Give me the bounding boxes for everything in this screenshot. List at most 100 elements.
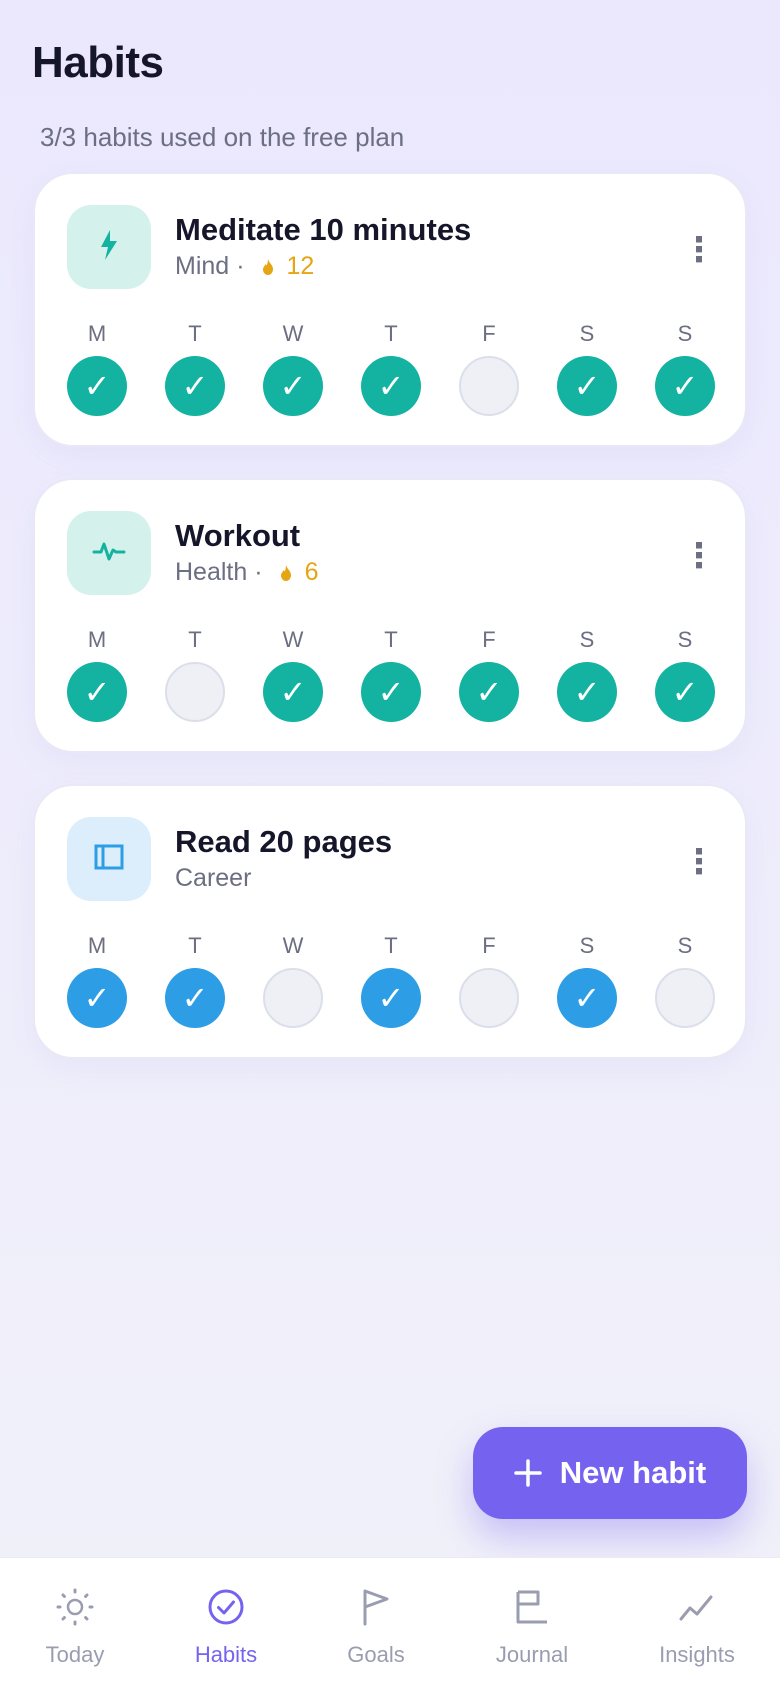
day-cell: T ✓ — [165, 931, 225, 1028]
more-options-button[interactable]: ⋮ — [682, 534, 716, 578]
day-label: M — [87, 933, 107, 958]
day-label: S — [579, 627, 595, 652]
nav-label: Habits — [194, 1642, 258, 1667]
day-check-circle[interactable]: ✓ — [165, 356, 225, 416]
habit-card[interactable]: Read 20 pages Career ⋮ M ✓ T ✓ W T ✓ F S ✓ S — [33, 784, 747, 1059]
sun-icon — [0, 1584, 150, 1630]
journal-icon — [457, 1584, 607, 1630]
day-check-circle[interactable]: ✓ — [263, 662, 323, 722]
new-habit-label: New habit — [559, 1455, 707, 1490]
nav-label: Journal — [495, 1642, 569, 1667]
flame-icon — [279, 564, 293, 582]
day-label: T — [384, 321, 398, 346]
day-empty-circle[interactable] — [459, 356, 519, 416]
nav-item-insights[interactable]: Insights — [622, 1584, 772, 1668]
day-empty-circle[interactable] — [655, 968, 715, 1028]
day-check-circle[interactable]: ✓ — [557, 356, 617, 416]
day-check-circle[interactable]: ✓ — [67, 662, 127, 722]
day-label: F — [482, 933, 496, 958]
day-cell: F — [459, 931, 519, 1028]
nav-item-habits[interactable]: Habits — [151, 1584, 301, 1668]
day-cell: T — [165, 625, 225, 722]
nav-label: Goals — [347, 1642, 405, 1667]
habit-meta: Health · 6 — [175, 558, 319, 587]
day-cell: W — [263, 931, 323, 1028]
day-cell: T ✓ — [361, 625, 421, 722]
day-check-circle[interactable]: ✓ — [67, 356, 127, 416]
day-cell: M ✓ — [67, 625, 127, 722]
bolt-icon — [95, 228, 123, 267]
nav-item-goals[interactable]: Goals — [301, 1584, 451, 1668]
day-label: T — [188, 933, 202, 958]
day-check-circle[interactable]: ✓ — [165, 968, 225, 1028]
meta-separator: · — [254, 558, 263, 586]
day-label: S — [579, 933, 595, 958]
day-cell: F — [459, 319, 519, 416]
more-options-button[interactable]: ⋮ — [682, 840, 716, 884]
day-check-circle[interactable]: ✓ — [557, 968, 617, 1028]
day-label: S — [677, 627, 693, 652]
new-habit-button[interactable]: New habit — [473, 1427, 747, 1519]
habit-name: Read 20 pages — [175, 824, 393, 859]
day-label: F — [482, 321, 496, 346]
day-label: M — [87, 321, 107, 346]
nav-item-journal[interactable]: Journal — [457, 1584, 607, 1668]
day-check-circle[interactable]: ✓ — [67, 968, 127, 1028]
day-label: M — [87, 627, 107, 652]
day-cell: S ✓ — [655, 625, 715, 722]
nav-label: Insights — [659, 1642, 735, 1667]
day-cell: S ✓ — [655, 319, 715, 416]
habit-card[interactable]: Meditate 10 minutes Mind · 12 ⋮ M ✓ T ✓ W ✓… — [33, 172, 747, 447]
day-cell: S ✓ — [557, 931, 617, 1028]
nav-label: Today — [45, 1642, 105, 1667]
day-label: S — [579, 321, 595, 346]
more-options-button[interactable]: ⋮ — [682, 228, 716, 272]
nav-item-today[interactable]: Today — [0, 1584, 150, 1668]
check-circle-icon — [151, 1584, 301, 1630]
day-empty-circle[interactable] — [263, 968, 323, 1028]
flame-icon — [261, 258, 275, 276]
plan-usage-note: 3/3 habits used on the free plan — [40, 122, 405, 152]
day-cell: T ✓ — [361, 931, 421, 1028]
day-label: F — [482, 627, 496, 652]
book-icon — [93, 843, 125, 876]
day-cell: W ✓ — [263, 319, 323, 416]
habit-card[interactable]: Workout Health · 6 ⋮ M ✓ T W ✓ T ✓ F ✓ S ✓ S ✓ — [33, 478, 747, 753]
day-label: W — [282, 933, 304, 958]
page-title: Habits — [32, 38, 164, 87]
streak-count: 6 — [304, 558, 319, 586]
day-check-circle[interactable]: ✓ — [557, 662, 617, 722]
day-check-circle[interactable]: ✓ — [655, 356, 715, 416]
day-check-circle[interactable]: ✓ — [361, 356, 421, 416]
bottom-nav: Today Habits Goals Journal Insights — [0, 1557, 780, 1688]
habit-category: Health — [175, 558, 248, 586]
day-cell: W ✓ — [263, 625, 323, 722]
week-tracker: M ✓ T ✓ W ✓ T ✓ F S ✓ S ✓ — [35, 319, 749, 429]
day-check-circle[interactable]: ✓ — [655, 662, 715, 722]
habit-meta: Mind · 12 — [175, 252, 314, 281]
day-label: T — [384, 933, 398, 958]
day-label: W — [282, 627, 304, 652]
day-empty-circle[interactable] — [165, 662, 225, 722]
day-check-circle[interactable]: ✓ — [361, 662, 421, 722]
habit-name: Meditate 10 minutes — [175, 212, 472, 247]
day-label: W — [282, 321, 304, 346]
week-tracker: M ✓ T W ✓ T ✓ F ✓ S ✓ S ✓ — [35, 625, 749, 735]
day-cell: M ✓ — [67, 931, 127, 1028]
day-cell: T ✓ — [361, 319, 421, 416]
day-label: T — [384, 627, 398, 652]
day-check-circle[interactable]: ✓ — [361, 968, 421, 1028]
day-empty-circle[interactable] — [459, 968, 519, 1028]
trend-icon — [622, 1584, 772, 1630]
day-label: S — [677, 933, 693, 958]
day-cell: F ✓ — [459, 625, 519, 722]
habit-icon-tile — [67, 205, 151, 289]
habit-meta: Career — [175, 864, 251, 893]
plus-icon — [514, 1459, 542, 1487]
day-label: T — [188, 321, 202, 346]
meta-separator: · — [236, 252, 245, 280]
day-cell: S ✓ — [557, 319, 617, 416]
habit-category: Career — [175, 864, 252, 892]
day-check-circle[interactable]: ✓ — [263, 356, 323, 416]
day-check-circle[interactable]: ✓ — [459, 662, 519, 722]
